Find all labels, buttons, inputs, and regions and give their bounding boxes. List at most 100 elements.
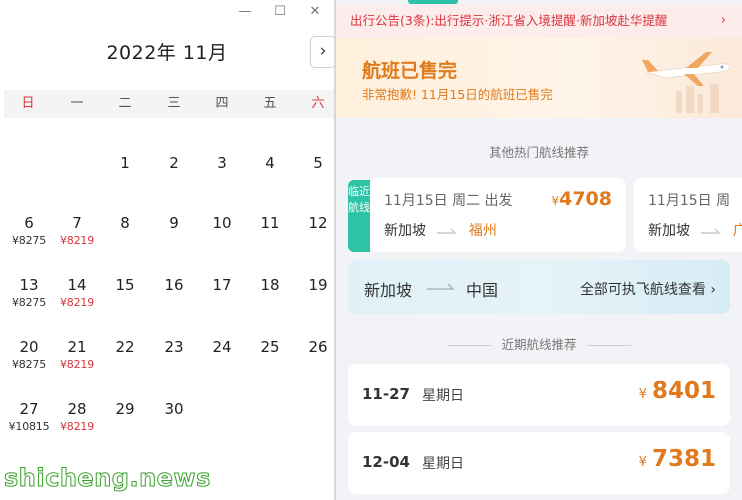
day-number: 9 <box>169 214 179 232</box>
all-routes-link[interactable]: 全部可执飞航线查看 › <box>580 279 716 299</box>
day-number: 17 <box>212 276 232 294</box>
arrow-right-icon <box>427 283 455 290</box>
day-price: ¥8219 <box>60 420 94 433</box>
day-number: 10 <box>212 214 232 232</box>
travel-notice-bar[interactable]: 出行公告(3条):出行提示·浙江省入境提醒·新加坡赴华提醒 › <box>336 4 742 38</box>
weekday-tue: 二 <box>118 96 132 111</box>
calendar-day[interactable]: 10 <box>198 214 246 232</box>
weekday-fri: 五 <box>263 96 277 111</box>
route-card-fuzhou[interactable]: 11月15日 周二 出发 ¥4708 新加坡 福州 <box>370 178 626 252</box>
calendar-day[interactable]: 22 <box>101 338 149 356</box>
close-button[interactable]: ✕ <box>306 4 324 19</box>
day-number: 22 <box>115 338 135 356</box>
day-number: 3 <box>217 154 227 172</box>
next-month-button[interactable]: › <box>310 36 336 68</box>
day-number: 13 <box>19 276 39 294</box>
date-price-card[interactable]: 12-04 星期日 ¥ 7381 <box>348 432 730 494</box>
maximize-button[interactable]: ☐ <box>271 4 289 19</box>
calendar-day[interactable]: 24 <box>198 338 246 356</box>
day-number: 14 <box>67 276 87 294</box>
day-number: 11 <box>260 214 280 232</box>
date-price-card[interactable]: 11-27 星期日 ¥ 8401 <box>348 364 730 426</box>
calendar-day[interactable]: 25 <box>246 338 294 356</box>
day-price: ¥10815 <box>8 420 50 433</box>
minimize-button[interactable]: — <box>236 4 254 19</box>
route-from: 新加坡 <box>384 223 426 239</box>
route-card-route: 新加坡 福州 <box>384 220 497 240</box>
calendar-day[interactable]: 3 <box>198 154 246 172</box>
route-card-route: 新加坡 广 <box>648 220 742 240</box>
calendar-window: — ☐ ✕ 2022年 11月 › 日 一 二 三 四 五 六 1 2 3 4 5 6 ¥8… <box>0 0 336 500</box>
weekday-thu: 四 <box>215 96 229 111</box>
flight-app-panel: 出行公告(3条):出行提示·浙江省入境提醒·新加坡赴华提醒 › 航班已售完 非常… <box>336 0 742 500</box>
day-number: 15 <box>115 276 135 294</box>
day-number: 2 <box>169 154 179 172</box>
recent-routes-heading: 近期航线推荐 <box>336 334 742 353</box>
calendar-day[interactable]: 20 ¥8275 <box>5 338 53 372</box>
date-card-weekday: 星期日 <box>422 456 464 472</box>
hot-routes-heading: 其他热门航线推荐 <box>336 142 742 161</box>
calendar-day[interactable]: 6 ¥8275 <box>5 214 53 248</box>
calendar-day[interactable]: 27 ¥10815 <box>5 400 53 434</box>
day-number: 20 <box>19 338 39 356</box>
route-card-next[interactable]: 11月15日 周 新加坡 广 <box>634 178 742 252</box>
calendar-day[interactable]: 1 <box>101 154 149 172</box>
recent-routes-label: 近期航线推荐 <box>501 337 577 352</box>
weekday-sat: 六 <box>311 96 325 111</box>
route-card-date: 11月15日 周 <box>648 193 731 209</box>
china-card-from: 新加坡 <box>364 281 413 300</box>
day-number: 30 <box>164 400 184 418</box>
calendar-day[interactable]: 9 <box>150 214 198 232</box>
weekday-wed: 三 <box>167 96 181 111</box>
divider-line <box>586 345 631 346</box>
calendar-day[interactable]: 2 <box>150 154 198 172</box>
calendar-day[interactable]: 23 <box>150 338 198 356</box>
day-number: 24 <box>212 338 232 356</box>
calendar-day[interactable]: 28 ¥8219 <box>53 400 101 434</box>
day-number: 27 <box>19 400 39 418</box>
day-price: ¥8275 <box>12 296 46 309</box>
date-card-price: ¥ 8401 <box>638 378 716 404</box>
calendar-day[interactable]: 21 ¥8219 <box>53 338 101 372</box>
route-card-date: 11月15日 周二 出发 <box>384 193 513 209</box>
arrow-right-icon <box>701 228 722 234</box>
calendar-day[interactable]: 18 <box>246 276 294 294</box>
day-price: ¥8275 <box>12 234 46 247</box>
day-number: 28 <box>67 400 87 418</box>
date-card-weekday: 星期日 <box>422 388 464 404</box>
weekday-sun: 日 <box>21 96 35 111</box>
weekday-mon: 一 <box>70 96 84 111</box>
route-to: 广 <box>732 223 742 239</box>
calendar-day[interactable]: 11 <box>246 214 294 232</box>
day-number: 29 <box>115 400 135 418</box>
calendar-day[interactable]: 30 <box>150 400 198 418</box>
day-number: 25 <box>260 338 280 356</box>
china-card-to: 中国 <box>466 281 499 300</box>
route-to: 福州 <box>468 223 497 239</box>
day-number: 23 <box>164 338 184 356</box>
date-card-date: 12-04 <box>362 453 410 471</box>
day-number: 1 <box>120 154 130 172</box>
watermark-text: shicheng.news <box>4 464 211 493</box>
calendar-day[interactable]: 8 <box>101 214 149 232</box>
calendar-day[interactable]: 4 <box>246 154 294 172</box>
day-price: ¥8219 <box>60 234 94 247</box>
calendar-day[interactable]: 29 <box>101 400 149 418</box>
calendar-day[interactable]: 14 ¥8219 <box>53 276 101 310</box>
date-card-price: ¥ 7381 <box>638 446 716 472</box>
calendar-day[interactable]: 7 ¥8219 <box>53 214 101 248</box>
calendar-day[interactable]: 17 <box>198 276 246 294</box>
date-card-date: 11-27 <box>362 385 410 403</box>
calendar-day[interactable]: 15 <box>101 276 149 294</box>
divider-line <box>447 345 492 346</box>
airplane-icon <box>642 52 731 113</box>
day-number: 18 <box>260 276 280 294</box>
day-number: 6 <box>24 214 34 232</box>
month-title: 2022年 11月 <box>106 42 228 64</box>
china-routes-card[interactable]: 新加坡 中国 全部可执飞航线查看 › <box>348 260 730 314</box>
sold-out-subtitle: 非常抱歉! 11月15日的航班已售完 <box>362 87 553 102</box>
calendar-day[interactable]: 13 ¥8275 <box>5 276 53 310</box>
day-number: 21 <box>67 338 87 356</box>
calendar-day[interactable]: 16 <box>150 276 198 294</box>
route-card-price: ¥4708 <box>551 188 612 210</box>
